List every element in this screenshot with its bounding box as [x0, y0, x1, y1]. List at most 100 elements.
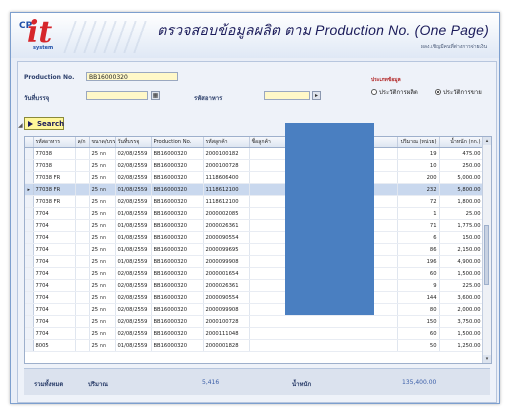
column-header[interactable]: น้ำหนัก (กก.)	[439, 137, 484, 148]
table-row[interactable]: 7704 25 กก 02/08/2559 BB16000320 2000099908 8…	[25, 303, 484, 316]
cell-size[interactable]: 25 กก	[89, 291, 116, 304]
cell-quantity[interactable]: 10	[397, 159, 440, 172]
cell-production-no[interactable]: BB16000320	[151, 219, 204, 232]
cell-size[interactable]: 25 กก	[89, 255, 116, 268]
cell-customer-code[interactable]: 2000090554	[203, 291, 250, 304]
cell-product-code[interactable]: 7704	[33, 303, 76, 316]
cell-customer-code[interactable]: 2000099908	[203, 303, 250, 316]
cell-weight[interactable]: 2,150.00	[439, 243, 484, 256]
cell-pack-date[interactable]: 02/08/2559	[115, 267, 152, 280]
cell-pack-date[interactable]: 01/08/2559	[115, 219, 152, 232]
cell-size[interactable]: 25 กก	[89, 147, 116, 160]
row-indicator[interactable]	[25, 207, 34, 220]
cell-product-code[interactable]: 7704	[33, 327, 76, 340]
cell-weight[interactable]: 1,500.00	[439, 327, 484, 340]
row-indicator[interactable]	[25, 147, 34, 160]
cell-lot[interactable]	[75, 255, 90, 268]
cell-production-no[interactable]: BB16000320	[151, 315, 204, 328]
cell-weight[interactable]: 1,250.00	[439, 339, 484, 352]
cell-size[interactable]: 25 กก	[89, 339, 116, 352]
cell-pack-date[interactable]: 02/08/2559	[115, 171, 152, 184]
cell-customer-code[interactable]: 2000001654	[203, 267, 250, 280]
cell-product-code[interactable]: 77038 FR	[33, 171, 76, 184]
scrollbar-thumb[interactable]	[484, 225, 489, 285]
cell-customer-code[interactable]: 2000100728	[203, 159, 250, 172]
table-row[interactable]: 77038 25 กก 02/08/2559 BB16000320 2000100182…	[25, 147, 484, 160]
cell-customer-code[interactable]: 1118612100	[203, 183, 250, 196]
cell-size[interactable]: 25 กก	[89, 207, 116, 220]
table-row[interactable]: 7704 25 กก 01/08/2559 BB16000320 2000099908 1…	[25, 255, 484, 268]
cell-production-no[interactable]: BB16000320	[151, 303, 204, 316]
row-indicator[interactable]	[25, 243, 34, 256]
cell-pack-date[interactable]: 01/08/2559	[115, 207, 152, 220]
cell-lot[interactable]	[75, 207, 90, 220]
cell-production-no[interactable]: BB16000320	[151, 171, 204, 184]
product-code-dropdown-icon[interactable]: ▸	[312, 91, 321, 100]
cell-customer-name[interactable]	[249, 339, 398, 352]
cell-lot[interactable]	[75, 243, 90, 256]
cell-production-no[interactable]: BB16000320	[151, 255, 204, 268]
cell-quantity[interactable]: 60	[397, 267, 440, 280]
cell-lot[interactable]	[75, 315, 90, 328]
cell-quantity[interactable]: 6	[397, 231, 440, 244]
cell-size[interactable]: 25 กก	[89, 183, 116, 196]
cell-product-code[interactable]: 77038	[33, 159, 76, 172]
table-row[interactable]: 7704 25 กก 02/08/2559 BB16000320 2000090554 1…	[25, 291, 484, 304]
cell-production-no[interactable]: BB16000320	[151, 279, 204, 292]
cell-lot[interactable]	[75, 279, 90, 292]
table-row[interactable]: 77038 FR 25 กก 02/08/2559 BB16000320 1118606…	[25, 171, 484, 184]
cell-lot[interactable]	[75, 195, 90, 208]
cell-pack-date[interactable]: 01/08/2559	[115, 231, 152, 244]
scroll-down-icon[interactable]: ▾	[483, 355, 491, 363]
cell-pack-date[interactable]: 01/08/2559	[115, 255, 152, 268]
cell-customer-code[interactable]: 2000090554	[203, 231, 250, 244]
production-no-input[interactable]: BB16000320	[86, 72, 178, 81]
cell-product-code[interactable]: 8005	[33, 339, 76, 352]
cell-product-code[interactable]: 7704	[33, 243, 76, 256]
table-row[interactable]: 7704 25 กก 01/08/2559 BB16000320 2000002085 1…	[25, 207, 484, 220]
column-header[interactable]: รหัสลูกค้า	[203, 137, 250, 148]
cell-product-code[interactable]: 7704	[33, 267, 76, 280]
cell-production-no[interactable]: BB16000320	[151, 195, 204, 208]
cell-size[interactable]: 25 กก	[89, 315, 116, 328]
cell-quantity[interactable]: 60	[397, 327, 440, 340]
cell-product-code[interactable]: 77038 FR	[33, 183, 76, 196]
cell-pack-date[interactable]: 02/08/2559	[115, 195, 152, 208]
column-header[interactable]: ล/ก	[75, 137, 90, 148]
cell-customer-code[interactable]: 2000111048	[203, 327, 250, 340]
column-header[interactable]: รหัสอาหาร	[33, 137, 76, 148]
cell-production-no[interactable]: BB16000320	[151, 147, 204, 160]
row-indicator[interactable]	[25, 279, 34, 292]
cell-customer-code[interactable]: 2000001828	[203, 339, 250, 352]
cell-quantity[interactable]: 232	[397, 183, 440, 196]
cell-product-code[interactable]: 7704	[33, 219, 76, 232]
cell-quantity[interactable]: 50	[397, 339, 440, 352]
row-indicator[interactable]	[25, 231, 34, 244]
cell-product-code[interactable]: 7704	[33, 279, 76, 292]
cell-pack-date[interactable]: 02/08/2559	[115, 279, 152, 292]
cell-lot[interactable]	[75, 183, 90, 196]
cell-product-code[interactable]: 7704	[33, 207, 76, 220]
cell-quantity[interactable]: 150	[397, 315, 440, 328]
cell-production-no[interactable]: BB16000320	[151, 339, 204, 352]
radio-production-history[interactable]: ประวัติการผลิต	[371, 87, 418, 97]
cell-quantity[interactable]: 72	[397, 195, 440, 208]
cell-size[interactable]: 25 กก	[89, 231, 116, 244]
cell-production-no[interactable]: BB16000320	[151, 231, 204, 244]
calendar-icon[interactable]: ▦	[151, 91, 160, 100]
cell-customer-code[interactable]: 1118606400	[203, 171, 250, 184]
cell-production-no[interactable]: BB16000320	[151, 327, 204, 340]
cell-weight[interactable]: 3,600.00	[439, 291, 484, 304]
row-indicator[interactable]	[25, 171, 34, 184]
cell-size[interactable]: 25 กก	[89, 171, 116, 184]
table-row[interactable]: 8005 25 กก 01/08/2559 BB16000320 2000001828 5…	[25, 339, 484, 352]
cell-lot[interactable]	[75, 291, 90, 304]
table-row[interactable]: 7704 25 กก 02/08/2559 BB16000320 2000026361 9…	[25, 279, 484, 292]
cell-lot[interactable]	[75, 147, 90, 160]
cell-quantity[interactable]: 80	[397, 303, 440, 316]
cell-pack-date[interactable]: 01/08/2559	[115, 339, 152, 352]
cell-size[interactable]: 25 กก	[89, 279, 116, 292]
cell-weight[interactable]: 1,500.00	[439, 267, 484, 280]
table-row[interactable]: 77038 FR 25 กก 02/08/2559 BB16000320 1118612…	[25, 195, 484, 208]
cell-quantity[interactable]: 86	[397, 243, 440, 256]
